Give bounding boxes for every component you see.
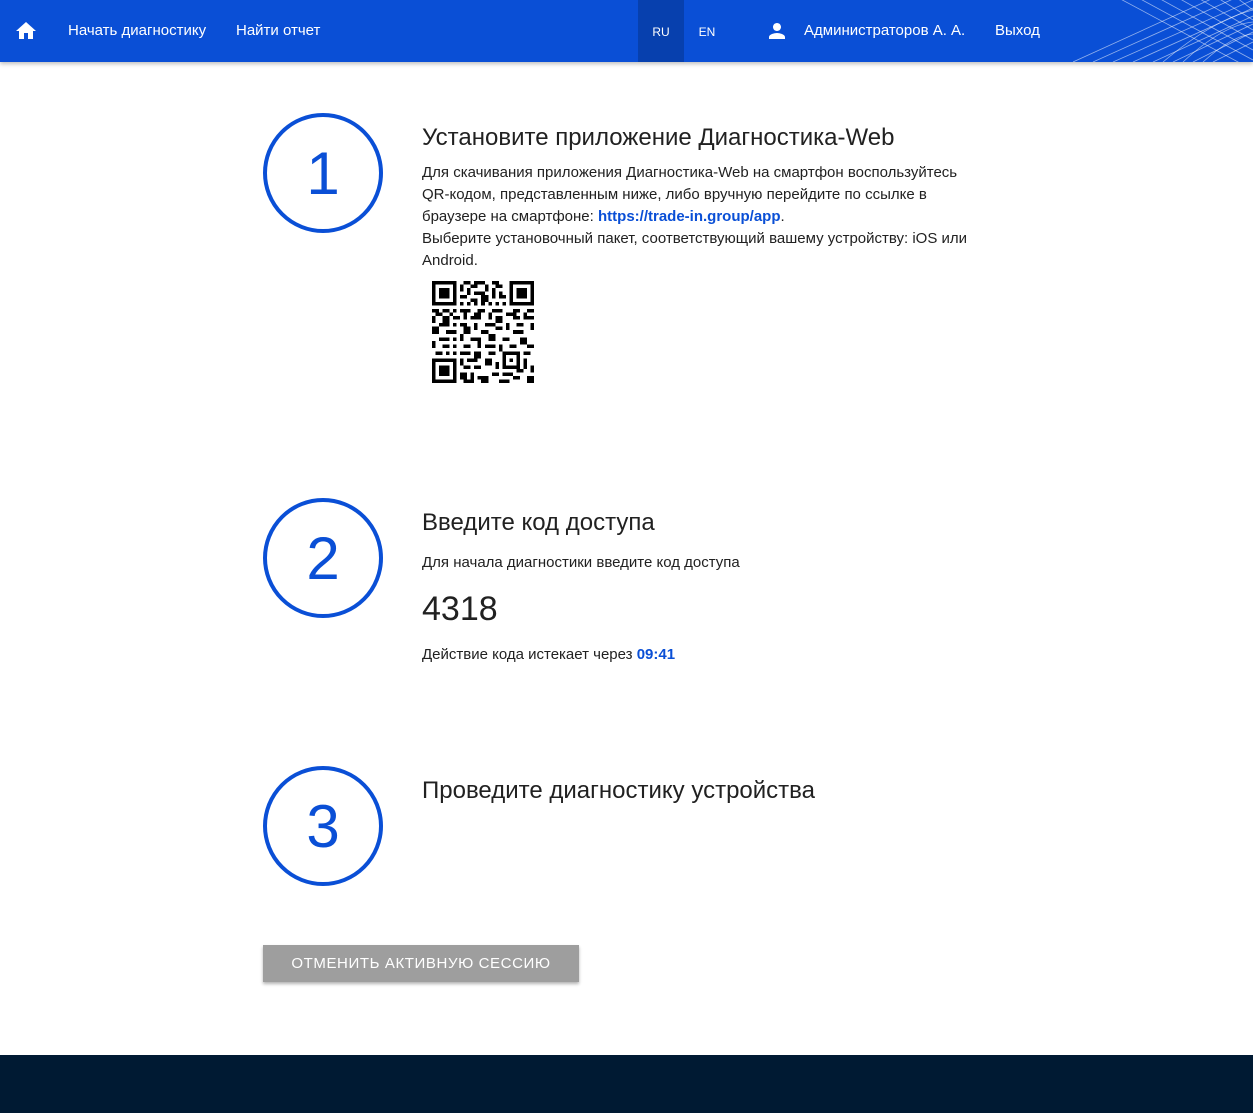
decorative-pattern — [1073, 0, 1253, 62]
lang-en-button[interactable]: EN — [684, 0, 730, 62]
cancel-session-button[interactable]: ОТМЕНИТЬ АКТИВНУЮ СЕССИЮ — [263, 945, 579, 982]
step-1-text-end: . — [780, 208, 785, 225]
access-code: 4318 — [422, 590, 498, 628]
nav-start-diagnostics[interactable]: Начать диагностику — [68, 0, 206, 62]
nav-find-report[interactable]: Найти отчет — [236, 0, 320, 62]
step-2-title: Введите код доступа — [422, 509, 655, 536]
footer — [0, 1055, 1253, 1113]
step-3-title: Проведите диагностику устройства — [422, 777, 815, 804]
step-1-platform-text: Выберите установочный пакет, соответству… — [422, 230, 968, 269]
step-3-circle: 3 — [263, 766, 383, 886]
step-2-circle: 2 — [263, 498, 383, 618]
step-1-circle: 1 — [263, 113, 383, 233]
step-1-title: Установите приложение Диагностика-Web — [422, 124, 895, 151]
home-icon[interactable] — [14, 19, 38, 43]
top-app-bar: Начать диагностику Найти отчет RU EN Адм… — [0, 0, 1253, 62]
qr-code-image — [432, 281, 534, 383]
step-1-description: Для скачивания приложения Диагностика-We… — [422, 162, 982, 272]
logout-link[interactable]: Выход — [995, 0, 1040, 62]
step-2-subtitle: Для начала диагностики введите код досту… — [422, 554, 740, 571]
code-expiry-label: Действие кода истекает через — [422, 646, 637, 663]
app-download-link[interactable]: https://trade-in.group/app — [598, 208, 780, 225]
user-name[interactable]: Администраторов А. А. — [804, 0, 965, 62]
lang-ru-button[interactable]: RU — [638, 0, 684, 62]
code-expiry: Действие кода истекает через 09:41 — [422, 644, 675, 666]
code-expiry-timer: 09:41 — [636, 646, 676, 663]
account-icon — [769, 23, 785, 39]
